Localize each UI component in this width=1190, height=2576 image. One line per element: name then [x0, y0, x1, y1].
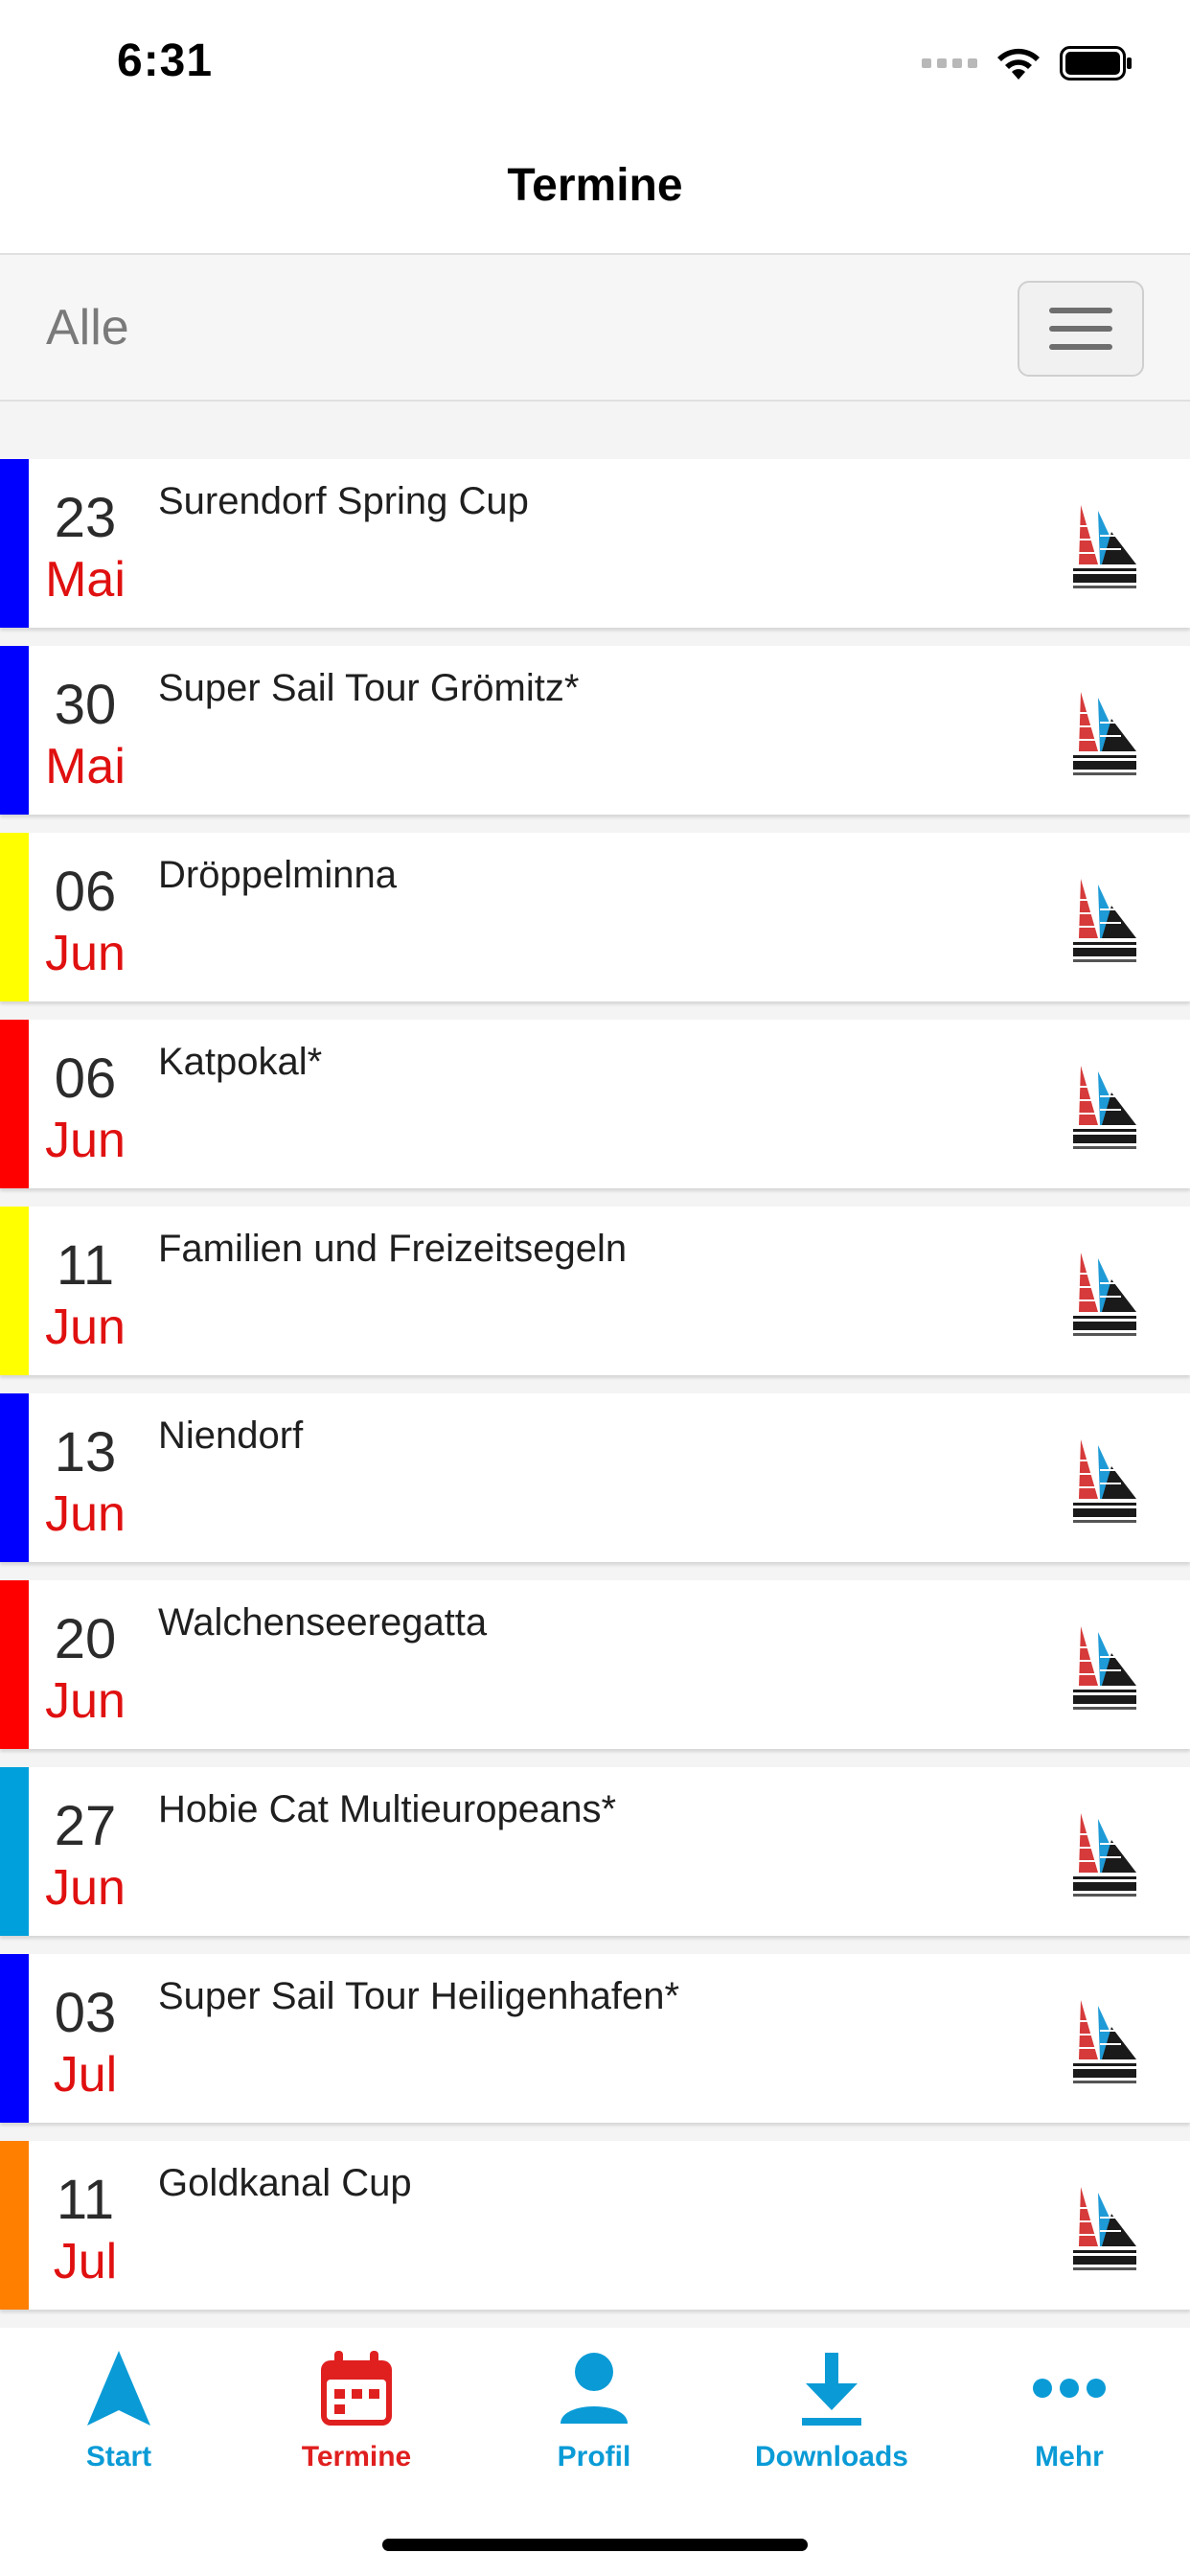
event-name: Goldkanal Cup	[158, 2162, 412, 2204]
event-day: 06	[54, 1047, 117, 1110]
event-name: Super Sail Tour Heiligenhafen*	[158, 1975, 680, 2017]
category-color-bar	[0, 1954, 29, 2123]
event-day: 03	[54, 1982, 117, 2044]
event-month: Jul	[53, 2047, 118, 2103]
hobie-cat-logo-icon	[1065, 1432, 1138, 1528]
event-row[interactable]: 27 Jun Hobie Cat Multieuropeans*	[0, 1767, 1190, 1936]
event-row[interactable]: 11 Jun Familien und Freizeitsegeln	[0, 1207, 1190, 1375]
hobie-cat-logo-icon	[1065, 1992, 1138, 2088]
event-row[interactable]: 30 Mai Super Sail Tour Grömitz*	[0, 646, 1190, 815]
category-color-bar	[0, 833, 29, 1001]
download-icon	[790, 2347, 873, 2429]
filter-menu-button[interactable]	[1018, 281, 1144, 377]
event-name: Katpokal*	[158, 1041, 323, 1083]
tab-start[interactable]: Start	[0, 2347, 238, 2491]
tab-profil[interactable]: Profil	[475, 2347, 713, 2491]
event-day: 06	[54, 861, 117, 923]
category-color-bar	[0, 1020, 29, 1188]
event-name: Surendorf Spring Cup	[158, 480, 529, 522]
event-day: 20	[54, 1608, 117, 1670]
event-name: Super Sail Tour Grömitz*	[158, 667, 580, 709]
category-color-bar	[0, 1767, 29, 1936]
event-month: Jun	[45, 926, 126, 981]
event-month: Mai	[45, 739, 126, 794]
event-month: Jun	[45, 1113, 126, 1168]
hobie-cat-logo-icon	[1065, 1245, 1138, 1341]
hobie-cat-logo-icon	[1065, 1058, 1138, 1154]
cellular-signal-icon	[922, 58, 977, 68]
event-row[interactable]: 06 Jun Dröppelminna	[0, 833, 1190, 1001]
hobie-cat-logo-icon	[1065, 684, 1138, 780]
event-day: 13	[54, 1421, 117, 1484]
home-indicator	[382, 2539, 808, 2551]
filter-bar: Alle	[0, 253, 1190, 402]
tab-termine[interactable]: Termine	[238, 2347, 475, 2491]
event-row[interactable]: 13 Jun Niendorf	[0, 1393, 1190, 1562]
category-color-bar	[0, 2141, 29, 2310]
tab-label: Downloads	[754, 2441, 908, 2472]
hobie-cat-logo-icon	[1065, 497, 1138, 593]
hobie-cat-logo-icon	[1065, 1806, 1138, 1901]
battery-icon	[1060, 46, 1132, 80]
event-name: Dröppelminna	[158, 854, 398, 896]
category-color-bar	[0, 1580, 29, 1749]
status-icons	[922, 44, 1133, 82]
category-color-bar	[0, 459, 29, 628]
event-day: 11	[56, 2169, 115, 2231]
navigation-arrow-icon	[78, 2347, 160, 2429]
hobie-cat-logo-icon	[1065, 2179, 1138, 2275]
event-month: Jun	[45, 1673, 126, 1729]
category-color-bar	[0, 646, 29, 815]
event-name: Hobie Cat Multieuropeans*	[158, 1788, 617, 1830]
event-day: 27	[54, 1795, 117, 1857]
tab-label: Termine	[301, 2441, 412, 2472]
event-row[interactable]: 03 Jul Super Sail Tour Heiligenhafen*	[0, 1954, 1190, 2123]
event-name: Walchenseeregatta	[158, 1601, 488, 1644]
list-spacer	[0, 402, 1190, 459]
status-time: 6:31	[117, 35, 214, 86]
event-row[interactable]: 06 Jun Katpokal*	[0, 1020, 1190, 1188]
status-bar: 6:31	[0, 0, 1190, 126]
tab-mehr[interactable]: Mehr	[950, 2347, 1188, 2491]
event-day: 23	[54, 487, 117, 549]
event-month: Jun	[45, 1486, 126, 1542]
filter-label[interactable]: Alle	[46, 299, 129, 356]
event-row[interactable]: 11 Jul Goldkanal Cup	[0, 2141, 1190, 2310]
event-name: Familien und Freizeitsegeln	[158, 1228, 628, 1270]
more-dots-icon	[1028, 2347, 1110, 2429]
screen: 6:31 Termine Alle 23 Mai Surendorf Sprin…	[0, 0, 1190, 2576]
tab-downloads[interactable]: Downloads	[713, 2347, 950, 2491]
hobie-cat-logo-icon	[1065, 1619, 1138, 1714]
event-month: Jul	[53, 2234, 118, 2289]
calendar-icon	[315, 2347, 398, 2429]
event-day: 30	[54, 674, 117, 736]
page-title: Termine	[507, 160, 683, 211]
event-row[interactable]: 23 Mai Surendorf Spring Cup	[0, 459, 1190, 628]
event-month: Jun	[45, 1860, 126, 1916]
hamburger-menu-icon	[1049, 308, 1112, 313]
event-name: Niendorf	[158, 1414, 304, 1457]
event-day: 11	[56, 1234, 115, 1297]
event-month: Mai	[45, 552, 126, 608]
person-icon	[553, 2347, 635, 2429]
wifi-icon	[997, 48, 1040, 80]
event-month: Jun	[45, 1300, 126, 1355]
tab-label: Start	[85, 2441, 152, 2472]
hobie-cat-logo-icon	[1065, 871, 1138, 967]
tab-label: Mehr	[1035, 2441, 1104, 2472]
category-color-bar	[0, 1207, 29, 1375]
tab-label: Profil	[557, 2441, 631, 2472]
event-list: 23 Mai Surendorf Spring Cup 30 Mai Super…	[0, 459, 1190, 2328]
event-row[interactable]: 20 Jun Walchenseeregatta	[0, 1580, 1190, 1749]
category-color-bar	[0, 1393, 29, 1562]
